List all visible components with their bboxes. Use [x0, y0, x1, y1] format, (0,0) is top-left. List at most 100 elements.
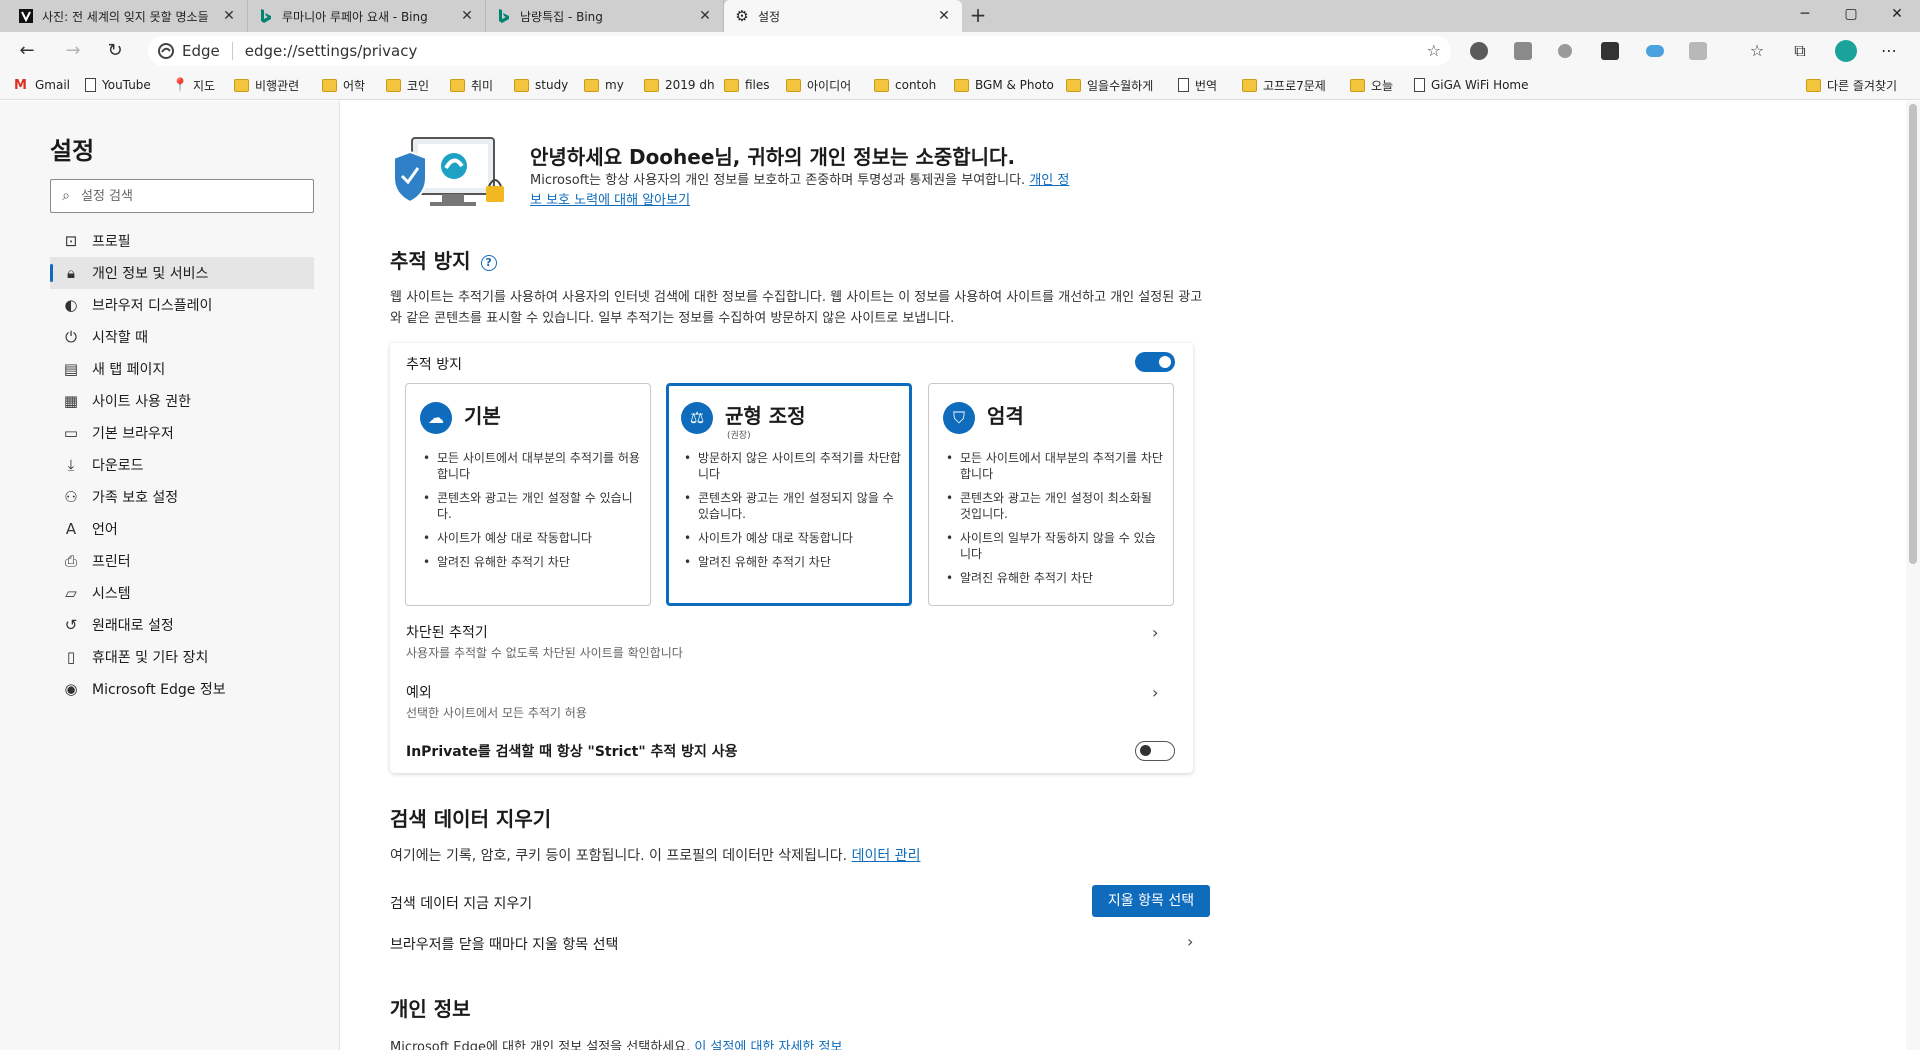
tab-special[interactable]: 남량특집 - Bing ✕ — [486, 0, 724, 32]
sidebar-item-privacy[interactable]: 🔒︎ 개인 정보 및 서비스 — [50, 257, 314, 289]
sidebar-item-about[interactable]: ◉ Microsoft Edge 정보 — [50, 673, 314, 705]
maps-icon: 📍 — [172, 77, 189, 93]
reset-icon: ↺ — [64, 616, 78, 634]
fav-item[interactable]: 코인 — [386, 76, 429, 94]
favorite-star-icon[interactable]: ☆ — [1427, 41, 1441, 60]
option-balanced[interactable]: ⚖ 균형 조정 (권장) 방문하지 않은 사이트의 추적기를 차단합니다 콘텐츠… — [666, 383, 912, 606]
sidebar-item-label: 원래대로 설정 — [92, 618, 174, 634]
sidebar-item-family[interactable]: ⚇ 가족 보호 설정 — [50, 481, 314, 513]
sidebar-item-label: 휴대폰 및 기타 장치 — [92, 650, 209, 666]
tab-rupea[interactable]: 루마니아 루페아 요새 - Bing ✕ — [248, 0, 486, 32]
fav-item[interactable]: YouTube — [85, 76, 151, 94]
back-button[interactable]: ← — [12, 38, 42, 64]
close-window-button[interactable]: ✕ — [1874, 0, 1920, 32]
fav-item[interactable]: BGM & Photo — [954, 76, 1054, 94]
sidebar-item-permissions[interactable]: ▦ 사이트 사용 권한 — [50, 385, 314, 417]
close-icon[interactable]: ✕ — [697, 8, 713, 24]
hero-title: 안녕하세요 Doohee님, 귀하의 개인 정보는 소중합니다. — [530, 145, 1016, 169]
folder-icon — [584, 78, 599, 92]
address-divider — [231, 42, 233, 60]
scrollbar-thumb[interactable] — [1909, 104, 1917, 564]
sidebar-item-default-browser[interactable]: ▭ 기본 브라우저 — [50, 417, 314, 449]
fav-label: 비행관련 — [255, 78, 300, 93]
close-icon[interactable]: ✕ — [221, 8, 237, 24]
tab-photos[interactable]: 사진: 전 세계의 잊지 못할 명소들 ✕ — [8, 0, 248, 32]
more-menu-icon[interactable]: ⋯ — [1874, 38, 1904, 64]
download-icon: ⤓ — [67, 456, 75, 474]
sidebar-item-reset[interactable]: ↺ 원래대로 설정 — [50, 609, 314, 641]
refresh-button[interactable]: ↻ — [100, 38, 130, 64]
extension-3-icon[interactable] — [1558, 44, 1572, 58]
fav-item[interactable]: M Gmail — [14, 76, 70, 94]
fav-item[interactable]: 어학 — [322, 76, 365, 94]
sidebar-item-system[interactable]: ▱ 시스템 — [50, 577, 314, 609]
sidebar-item-profile[interactable]: ⊡ 프로필 — [50, 225, 314, 257]
sidebar-item-newtab[interactable]: ▤ 새 탭 페이지 — [50, 353, 314, 385]
fav-item[interactable]: 고프로7문제 — [1242, 76, 1326, 94]
onedrive-icon[interactable] — [1646, 45, 1664, 57]
sidebar-item-printers[interactable]: ⎙ 프린터 — [50, 545, 314, 577]
minimize-button[interactable]: ─ — [1782, 0, 1828, 32]
sidebar-item-label: 사이트 사용 권한 — [92, 394, 192, 410]
fav-item[interactable]: files — [724, 76, 770, 94]
close-icon[interactable]: ✕ — [459, 8, 475, 24]
chevron-right-icon[interactable]: › — [1152, 683, 1158, 702]
privacy-title: 개인 정보 — [390, 997, 471, 1021]
inprivate-strict-toggle[interactable] — [1135, 741, 1175, 761]
fav-item[interactable]: 아이디어 — [786, 76, 851, 94]
manage-data-link[interactable]: 데이터 관리 — [852, 848, 921, 864]
tracking-card: 추적 방지 ☁ 기본 모든 사이트에서 대부분의 추적기를 허용합니다 콘텐츠와… — [390, 343, 1193, 773]
power-icon: ⏻ — [65, 328, 77, 346]
folder-icon — [450, 78, 465, 92]
option-strict[interactable]: ⛉ 엄격 모든 사이트에서 대부분의 추적기를 차단합니다 콘텐츠와 광고는 개… — [928, 383, 1174, 606]
fav-item[interactable]: 오늘 — [1350, 76, 1393, 94]
extension-2-icon[interactable] — [1514, 42, 1532, 60]
address-bar[interactable]: Edge edge://settings/privacy ☆ — [148, 36, 1451, 66]
choose-what-to-clear-button[interactable]: 지울 항목 선택 — [1092, 885, 1210, 917]
exceptions-title[interactable]: 예외 — [406, 682, 432, 702]
collections-icon[interactable]: ⧉ — [1785, 38, 1815, 64]
fav-item[interactable]: 일을수월하게 — [1066, 76, 1153, 94]
tab-settings[interactable]: ⚙ 설정 ✕ — [724, 0, 962, 32]
sidebar-item-languages[interactable]: A 언어 — [50, 513, 314, 545]
page-icon — [1414, 78, 1425, 92]
clear-data-description: 여기에는 기록, 암호, 쿠키 등이 포함됩니다. 이 프로필의 데이터만 삭제… — [390, 846, 1210, 867]
settings-main: 안녕하세요 Doohee님, 귀하의 개인 정보는 소중합니다. Microso… — [341, 101, 1906, 1050]
extension-6-icon[interactable] — [1689, 42, 1707, 60]
fav-item[interactable]: 2019 dh — [644, 76, 715, 94]
fav-item[interactable]: 📍 지도 — [172, 76, 215, 94]
help-icon[interactable]: ? — [480, 254, 497, 271]
favorites-icon[interactable]: ☆ — [1742, 38, 1772, 64]
extension-1-icon[interactable] — [1470, 42, 1488, 60]
chevron-right-icon[interactable]: › — [1187, 932, 1193, 951]
privacy-learn-more-link[interactable]: 이 설정에 대한 자세한 정보 — [694, 1040, 842, 1050]
sidebar-item-label: 개인 정보 및 서비스 — [92, 266, 209, 282]
fav-item[interactable]: my — [584, 76, 624, 94]
fav-item[interactable]: 번역 — [1178, 76, 1217, 94]
fav-item[interactable]: contoh — [874, 76, 936, 94]
fav-item[interactable]: 취미 — [450, 76, 493, 94]
sidebar-item-phone[interactable]: ▯ 휴대폰 및 기타 장치 — [50, 641, 314, 673]
option-basic[interactable]: ☁ 기본 모든 사이트에서 대부분의 추적기를 허용합니다 콘텐츠와 광고는 개… — [405, 383, 651, 606]
forward-button[interactable]: → — [58, 38, 88, 64]
fav-item[interactable]: GiGA WiFi Home — [1414, 76, 1529, 94]
settings-search[interactable]: ⌕ — [50, 179, 314, 213]
sidebar-item-appearance[interactable]: ◐ 브라우저 디스플레이 — [50, 289, 314, 321]
clear-on-close-label[interactable]: 브라우저를 닫을 때마다 지울 항목 선택 — [390, 934, 618, 954]
profile-icon: ⊡ — [64, 232, 78, 250]
avatar[interactable] — [1835, 40, 1857, 62]
extension-4-icon[interactable] — [1601, 42, 1619, 60]
fav-item[interactable]: 비행관련 — [234, 76, 299, 94]
new-tab-button[interactable]: + — [964, 4, 992, 28]
tracking-toggle[interactable] — [1135, 352, 1175, 372]
close-icon[interactable]: ✕ — [936, 8, 952, 24]
blocked-trackers-title[interactable]: 차단된 추적기 — [406, 622, 488, 642]
sidebar-item-startup[interactable]: ⏻ 시작할 때 — [50, 321, 314, 353]
fav-item[interactable]: study — [514, 76, 568, 94]
fav-item-other[interactable]: 다른 즐겨찾기 — [1806, 76, 1897, 94]
sidebar-item-downloads[interactable]: ⤓ 다운로드 — [50, 449, 314, 481]
address-url: edge://settings/privacy — [244, 42, 418, 60]
chevron-right-icon[interactable]: › — [1152, 623, 1158, 642]
search-input[interactable] — [81, 188, 301, 204]
maximize-button[interactable]: ▢ — [1828, 0, 1874, 32]
